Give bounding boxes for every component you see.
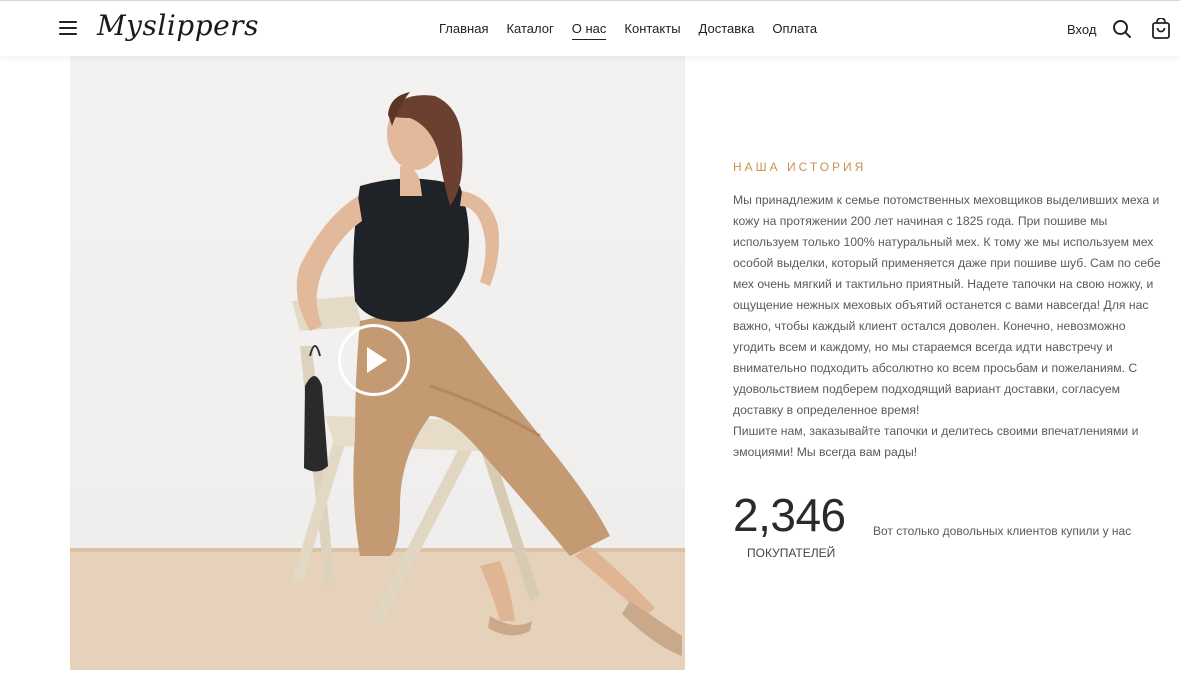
customers-caption: Вот столько довольных клиентов купили у …	[873, 524, 1132, 538]
customers-count: 2,346	[733, 489, 846, 541]
hamburger-icon[interactable]	[59, 21, 77, 37]
section-eyebrow: НАША ИСТОРИЯ	[733, 160, 867, 174]
site-logo[interactable]: Myslippers	[97, 9, 259, 42]
story-text: Мы принадлежим к семье потомственных мех…	[733, 193, 1161, 417]
story-text-2: Пишите нам, заказывайте тапочки и делите…	[733, 424, 1139, 459]
cart-icon[interactable]	[1151, 17, 1171, 40]
nav-item-about[interactable]: О нас	[571, 21, 607, 40]
site-header: Myslippers Главная Каталог О нас Контакт…	[0, 1, 1180, 56]
search-icon[interactable]	[1112, 19, 1132, 39]
login-link[interactable]: Вход	[1067, 22, 1096, 37]
nav-item-catalog[interactable]: Каталог	[506, 21, 553, 40]
stats-block: 2,346 ПОКУПАТЕЛЕЙ Вот столько довольных …	[733, 488, 1163, 568]
our-story-section: НАША ИСТОРИЯ Мы принадлежим к семье пото…	[733, 160, 1163, 463]
play-icon[interactable]	[338, 324, 410, 396]
nav-item-payment[interactable]: Оплата	[772, 21, 817, 40]
main-nav: Главная Каталог О нас Контакты Доставка …	[439, 21, 835, 40]
nav-item-home[interactable]: Главная	[439, 21, 488, 40]
nav-item-delivery[interactable]: Доставка	[699, 21, 755, 40]
nav-item-contacts[interactable]: Контакты	[624, 21, 680, 40]
customers-label: ПОКУПАТЕЛЕЙ	[747, 546, 836, 560]
about-photo-video[interactable]	[70, 56, 685, 670]
